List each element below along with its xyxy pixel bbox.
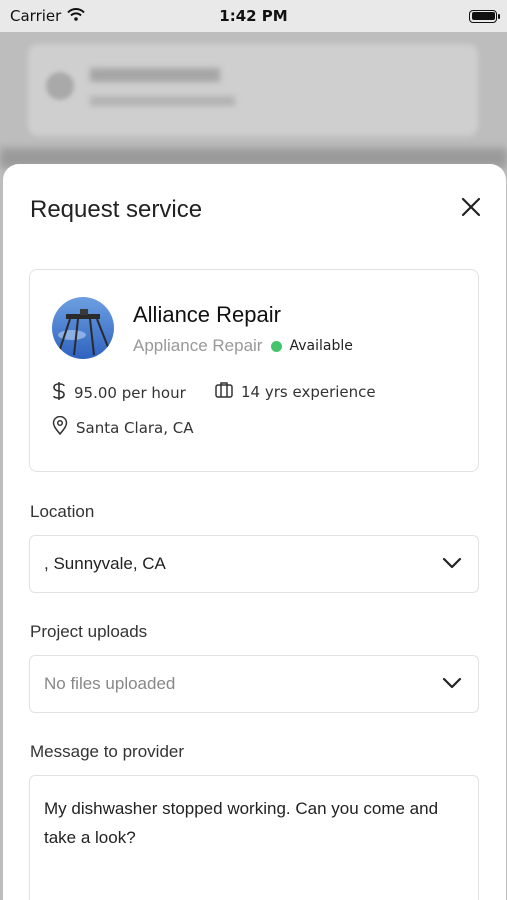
provider-subtitle: Appliance Repair Available xyxy=(133,336,353,356)
experience-row: 14 yrs experience xyxy=(215,381,376,402)
availability-status: Available xyxy=(289,338,353,354)
provider-name: Alliance Repair xyxy=(133,302,281,327)
chevron-down-icon xyxy=(442,674,462,694)
provider-card: Alliance Repair Appliance Repair Availab… xyxy=(29,269,479,472)
background-subtext xyxy=(90,96,235,106)
provider-location: Santa Clara, CA xyxy=(76,418,194,437)
uploads-label: Project uploads xyxy=(30,622,148,641)
rate-row: 95.00 per hour xyxy=(52,381,186,405)
location-select[interactable]: , Sunnyvale, CA xyxy=(29,535,479,593)
provider-location-row: Santa Clara, CA xyxy=(52,415,194,439)
chevron-down-icon xyxy=(442,554,462,574)
provider-category: Appliance Repair xyxy=(133,336,263,355)
provider-avatar xyxy=(52,297,114,359)
map-pin-icon xyxy=(52,415,76,439)
request-service-sheet: Request service Alliance Repair Applianc… xyxy=(3,164,506,900)
hourly-rate: 95.00 per hour xyxy=(74,384,186,402)
uploads-select[interactable]: No files uploaded xyxy=(29,655,479,713)
status-bar: Carrier 1:42 PM xyxy=(0,0,507,32)
dollar-icon xyxy=(52,381,74,405)
uploads-value: No files uploaded xyxy=(44,674,176,693)
message-textarea[interactable]: My dishwasher stopped working. Can you c… xyxy=(29,775,479,900)
message-text: My dishwasher stopped working. Can you c… xyxy=(44,799,439,847)
background-avatar xyxy=(46,72,74,100)
message-label: Message to provider xyxy=(30,742,185,761)
background-card xyxy=(28,44,478,136)
experience-text: 14 yrs experience xyxy=(241,382,376,401)
location-label: Location xyxy=(30,502,95,521)
close-button[interactable] xyxy=(458,196,484,222)
background-text xyxy=(90,68,220,82)
briefcase-icon xyxy=(215,381,241,402)
location-value: , Sunnyvale, CA xyxy=(44,554,166,573)
battery-icon xyxy=(469,9,500,23)
sheet-title: Request service xyxy=(30,196,203,223)
close-icon xyxy=(461,197,481,221)
availability-dot xyxy=(271,340,283,352)
status-time: 1:42 PM xyxy=(219,7,288,25)
